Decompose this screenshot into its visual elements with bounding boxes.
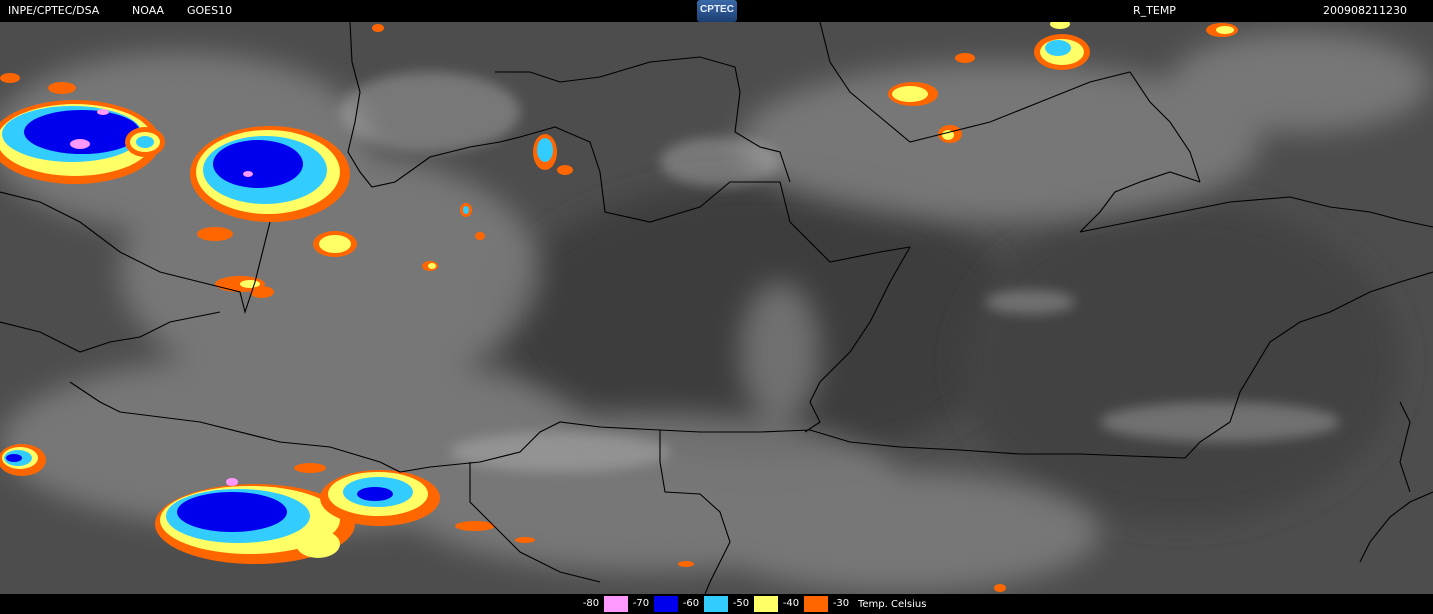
legend-label-30: -30 (828, 597, 854, 611)
legend-label-70: -70 (628, 597, 654, 611)
legend-swatch-pink (604, 596, 628, 612)
legend-swatch-yellow (754, 596, 778, 612)
legend-label-40: -40 (778, 597, 804, 611)
legend-bar: -80 -70 -60 -50 -40 -30 Temp. Celsius (0, 594, 1433, 614)
legend-swatch-blue (654, 596, 678, 612)
source-label: INPE/CPTEC/DSA (8, 4, 100, 17)
cptec-logo: CPTEC (697, 0, 737, 22)
satellite-image (0, 22, 1433, 594)
legend-swatch-orange (804, 596, 828, 612)
legend-label-50: -50 (728, 597, 754, 611)
legend-swatch-cyan (704, 596, 728, 612)
agency-label: NOAA (132, 4, 165, 17)
legend-label-80: -80 (578, 597, 604, 611)
legend-label-60: -60 (678, 597, 704, 611)
header-bar: INPE/CPTEC/DSA NOAA GOES10 CPTEC R_TEMP … (0, 0, 1433, 22)
temperature-legend: -80 -70 -60 -50 -40 -30 Temp. Celsius (578, 596, 926, 612)
logo-text: CPTEC (700, 4, 734, 15)
timestamp-label: 200908211230 (1323, 4, 1407, 17)
legend-unit: Temp. Celsius (858, 598, 927, 610)
product-label: R_TEMP (1133, 4, 1176, 17)
satellite-label: GOES10 (187, 4, 233, 17)
